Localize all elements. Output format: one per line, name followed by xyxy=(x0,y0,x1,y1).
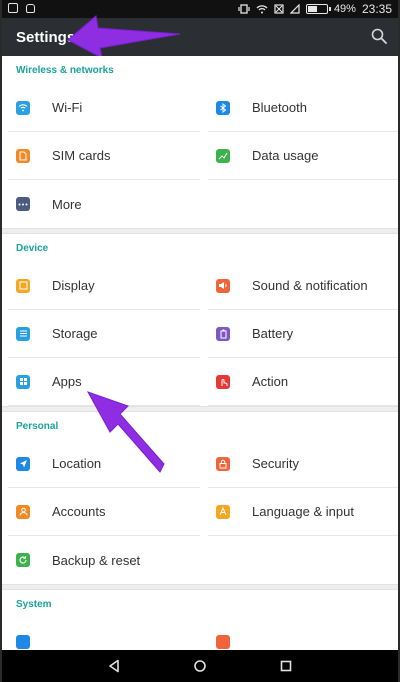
settings-list[interactable]: Wireless & networks Wi-Fi Bluetooth SIM … xyxy=(0,56,400,650)
item-label: Location xyxy=(52,456,102,471)
accounts-icon xyxy=(16,504,30,519)
vibrate-icon xyxy=(238,4,250,14)
home-icon xyxy=(194,660,206,672)
more-icon xyxy=(16,197,30,211)
storage-icon xyxy=(16,326,30,341)
settings-item-language-input[interactable]: Language & input xyxy=(208,488,400,536)
back-icon xyxy=(109,659,119,673)
status-bar: 49% 23:35 xyxy=(0,0,400,18)
app-bar: Settings xyxy=(0,18,400,56)
settings-item-wifi[interactable]: Wi-Fi xyxy=(8,84,200,132)
settings-item-data-usage[interactable]: Data usage xyxy=(208,132,400,180)
settings-item-accounts[interactable]: Accounts xyxy=(8,488,200,536)
apps-icon xyxy=(16,374,30,389)
settings-item-partial[interactable] xyxy=(8,618,200,650)
signal-icon xyxy=(289,4,300,14)
settings-item-action[interactable]: Action xyxy=(208,358,400,406)
battery-icon xyxy=(216,326,230,341)
section-wireless-networks: Wireless & networks Wi-Fi Bluetooth SIM … xyxy=(0,56,400,228)
wifi-icon xyxy=(16,100,30,115)
location-icon xyxy=(16,456,30,471)
sim-card-icon xyxy=(16,148,30,163)
settings-item-battery[interactable]: Battery xyxy=(208,310,400,358)
settings-item-apps[interactable]: Apps xyxy=(8,358,200,406)
page-title: Settings xyxy=(16,29,76,46)
settings-item-location[interactable]: Location xyxy=(8,440,200,488)
battery-percent: 49% xyxy=(333,3,356,15)
settings-item-bluetooth[interactable]: Bluetooth xyxy=(208,84,400,132)
item-label: Backup & reset xyxy=(52,552,141,568)
recents-button[interactable] xyxy=(276,656,296,676)
item-label: Security xyxy=(252,456,299,471)
empty-cell xyxy=(208,180,400,228)
sound-icon xyxy=(216,278,230,293)
item-label: Apps xyxy=(52,374,82,389)
section-system: System xyxy=(0,590,400,650)
battery-status-icon xyxy=(305,4,331,14)
item-label: SIM cards xyxy=(52,148,111,163)
item-label: Sound & notification xyxy=(252,278,368,293)
section-header: Device xyxy=(16,243,49,254)
settings-item-more[interactable]: More xyxy=(8,180,200,228)
item-label: Language & input xyxy=(252,504,354,519)
item-label: Data usage xyxy=(252,148,319,163)
home-button[interactable] xyxy=(190,656,210,676)
action-icon xyxy=(216,374,230,389)
screenshot-icon xyxy=(8,3,18,13)
empty-cell xyxy=(208,536,400,584)
section-personal: Personal Location Security Accounts Lang… xyxy=(0,412,400,584)
wifi-status-icon xyxy=(256,5,268,14)
item-label: Display xyxy=(52,278,95,293)
recents-icon xyxy=(280,660,292,672)
section-header: Personal xyxy=(16,421,59,432)
settings-item-sim-cards[interactable]: SIM cards xyxy=(8,132,200,180)
scheduled-power-icon xyxy=(216,635,230,649)
settings-item-storage[interactable]: Storage xyxy=(8,310,200,358)
search-icon[interactable] xyxy=(370,27,388,45)
no-sim-icon xyxy=(274,4,284,14)
backup-icon xyxy=(16,553,30,567)
back-button[interactable] xyxy=(104,656,124,676)
bluetooth-icon xyxy=(216,100,230,115)
item-label: Action xyxy=(252,374,289,389)
item-label: Battery xyxy=(252,326,294,341)
item-label: Wi-Fi xyxy=(52,100,83,115)
navigation-bar xyxy=(0,650,400,682)
data-usage-icon xyxy=(216,148,230,163)
settings-item-partial[interactable] xyxy=(208,618,400,650)
item-label: Bluetooth xyxy=(252,100,307,115)
settings-item-backup-reset[interactable]: Backup & reset xyxy=(8,536,200,584)
item-label: Accounts xyxy=(52,504,106,519)
settings-item-security[interactable]: Security xyxy=(208,440,400,488)
language-icon xyxy=(216,504,230,519)
lock-icon xyxy=(26,3,35,13)
section-device: Device Display Sound & notification Stor… xyxy=(0,234,400,406)
section-header: System xyxy=(16,599,52,610)
date-time-icon xyxy=(16,635,30,649)
item-label: Storage xyxy=(52,326,98,341)
clock: 23:35 xyxy=(361,2,392,16)
item-label: More xyxy=(52,196,82,212)
settings-item-sound-notification[interactable]: Sound & notification xyxy=(208,262,400,310)
security-icon xyxy=(216,456,230,471)
settings-item-display[interactable]: Display xyxy=(8,262,200,310)
display-icon xyxy=(16,278,30,293)
section-header: Wireless & networks xyxy=(16,65,114,76)
